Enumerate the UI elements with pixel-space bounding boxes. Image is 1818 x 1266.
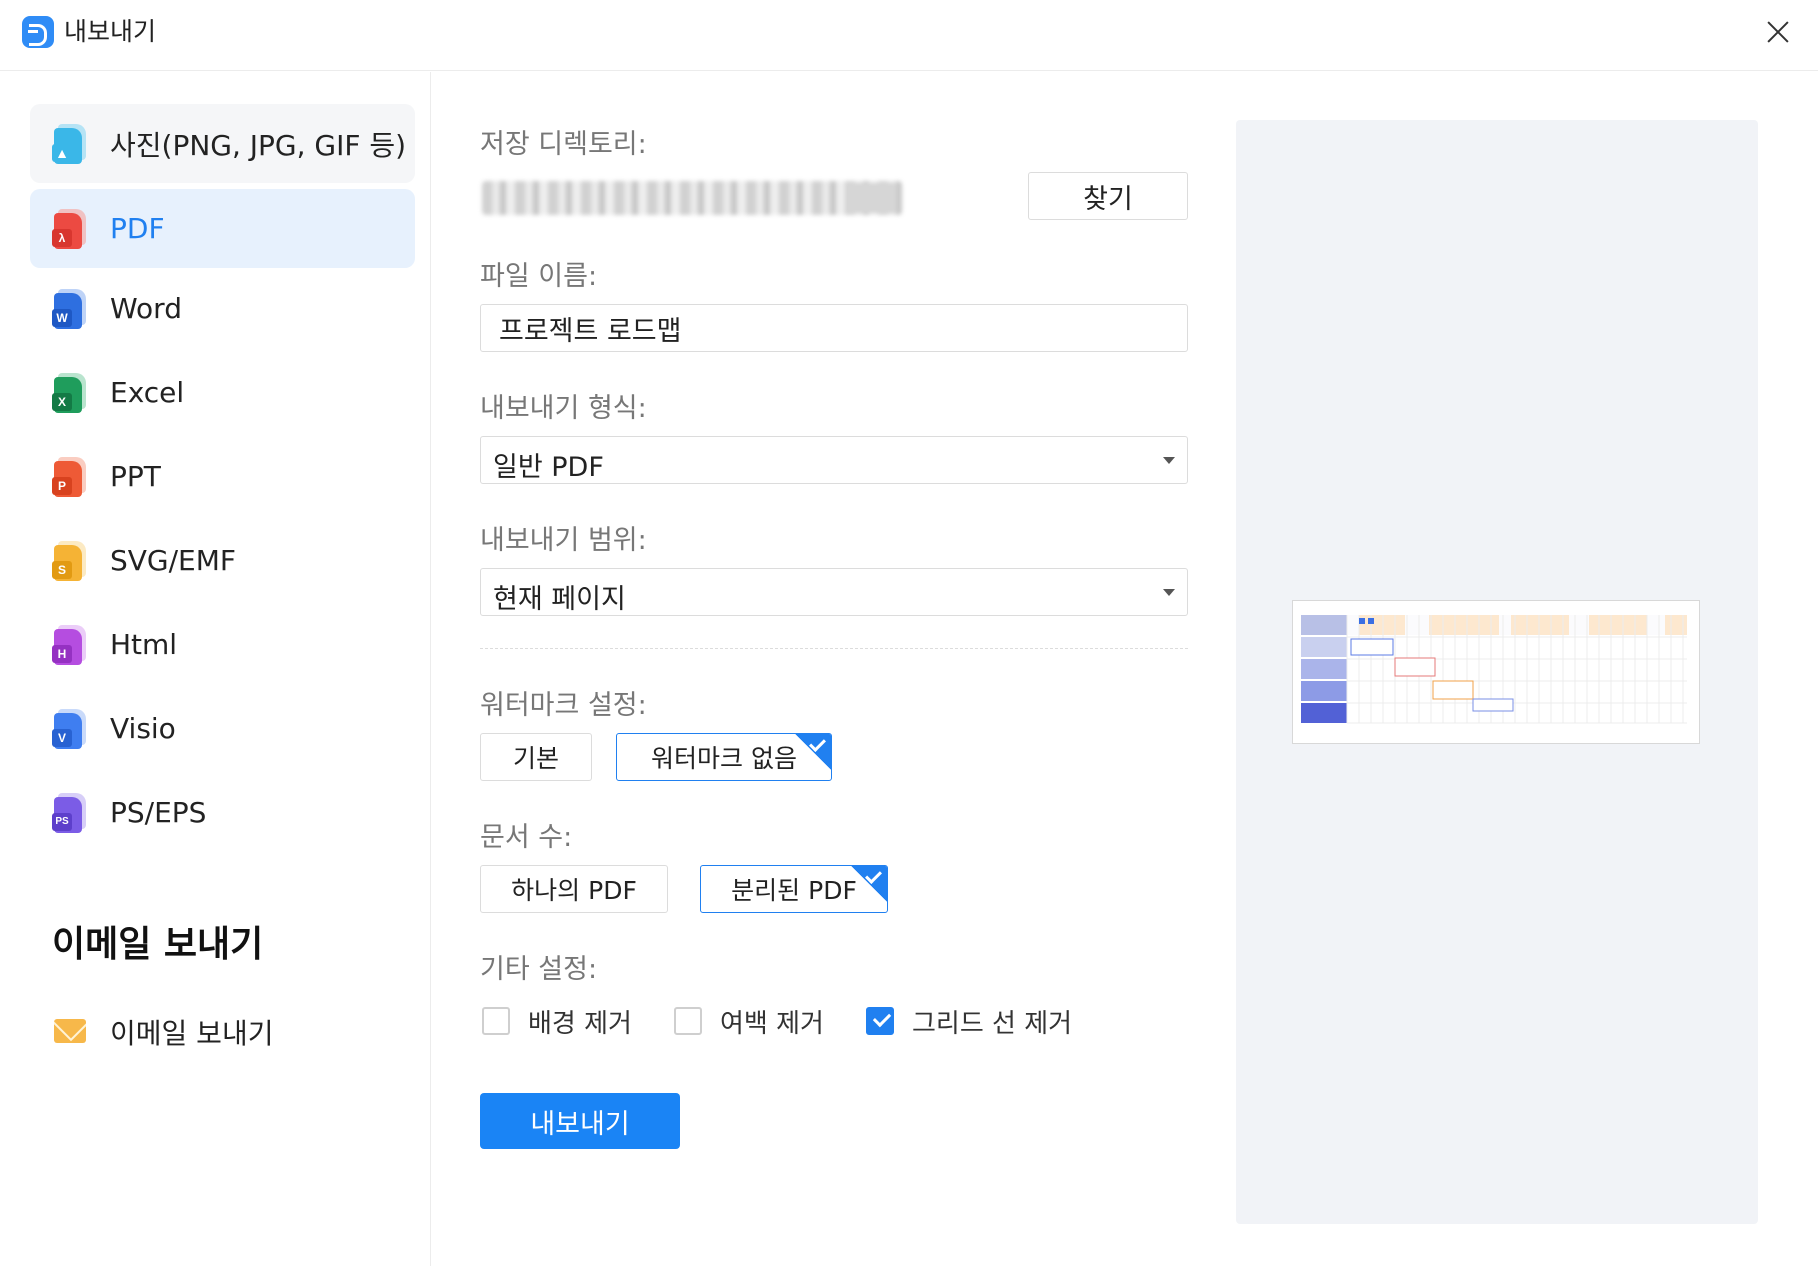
- doc-count-label: 문서 수:: [480, 822, 573, 853]
- remove-background-checkbox[interactable]: 배경 제거: [482, 1006, 632, 1039]
- range-label: 내보내기 범위:: [480, 525, 647, 556]
- sidebar-item-html[interactable]: H Html: [30, 605, 415, 684]
- sidebar-item-label: Excel: [110, 376, 185, 409]
- checkbox-label: 배경 제거: [528, 1008, 632, 1039]
- sidebar-item-label: PS/EPS: [110, 796, 207, 829]
- gantt-preview-graphic: [1301, 615, 1687, 724]
- option-label: 분리된 PDF: [731, 876, 857, 905]
- remove-margin-checkbox[interactable]: 여백 제거: [674, 1006, 824, 1039]
- option-label: 기본: [512, 744, 559, 773]
- checkbox-box: [482, 1007, 510, 1035]
- export-button[interactable]: 내보내기: [480, 1093, 680, 1149]
- checkbox-label: 그리드 선 제거: [912, 1008, 1073, 1039]
- html-file-icon: H: [52, 625, 86, 665]
- checkbox-label: 여백 제거: [720, 1008, 824, 1039]
- word-file-icon: W: [52, 289, 86, 329]
- option-label: 워터마크 없음: [651, 744, 797, 773]
- other-settings-label: 기타 설정:: [480, 954, 598, 985]
- image-file-icon: ▲: [52, 124, 86, 164]
- format-select[interactable]: 일반 PDF: [480, 436, 1188, 484]
- range-select-value: 현재 페이지: [493, 584, 626, 615]
- email-section-heading: 이메일 보내기: [52, 924, 264, 965]
- check-icon: [795, 734, 831, 770]
- divider: [480, 648, 1188, 649]
- single-pdf-button[interactable]: 하나의 PDF: [480, 865, 668, 913]
- title-bar: 내보내기: [0, 0, 1818, 71]
- format-label: 내보내기 형식:: [480, 393, 647, 424]
- excel-file-icon: X: [52, 373, 86, 413]
- app-logo-icon: [22, 16, 54, 48]
- chevron-down-icon: [1163, 589, 1175, 596]
- save-dir-label: 저장 디렉토리:: [480, 129, 647, 160]
- watermark-default-button[interactable]: 기본: [480, 733, 592, 781]
- sidebar-item-label: 이메일 보내기: [110, 1016, 274, 1050]
- range-select[interactable]: 현재 페이지: [480, 568, 1188, 616]
- browse-button[interactable]: 찾기: [1028, 172, 1188, 220]
- sidebar: ▲ 사진(PNG, JPG, GIF 등) λ PDF W Word X Exc…: [0, 72, 431, 1266]
- save-dir-path: [482, 181, 902, 215]
- sidebar-item-svg[interactable]: S SVG/EMF: [30, 521, 415, 600]
- sidebar-item-label: Html: [110, 628, 178, 661]
- envelope-icon: [54, 1019, 86, 1043]
- sidebar-item-label: 사진(PNG, JPG, GIF 등): [110, 128, 407, 162]
- format-select-value: 일반 PDF: [493, 452, 604, 483]
- svg-file-icon: S: [52, 541, 86, 581]
- preview-panel: [1236, 120, 1758, 1224]
- sidebar-item-label: SVG/EMF: [110, 544, 237, 577]
- file-name-input[interactable]: [480, 304, 1188, 352]
- close-icon[interactable]: [1762, 16, 1794, 48]
- sidebar-item-label: Word: [110, 292, 182, 325]
- preview-thumbnail: [1292, 600, 1700, 744]
- ps-file-icon: PS: [52, 793, 86, 833]
- sidebar-item-label: PDF: [110, 212, 165, 245]
- separate-pdf-button[interactable]: 분리된 PDF: [700, 865, 888, 913]
- checkbox-box-checked: [866, 1007, 894, 1035]
- sidebar-item-label: Visio: [110, 712, 176, 745]
- pdf-file-icon: λ: [52, 209, 86, 249]
- sidebar-item-email[interactable]: 이메일 보내기: [30, 992, 415, 1071]
- sidebar-item-ppt[interactable]: P PPT: [30, 437, 415, 516]
- window-title: 내보내기: [64, 17, 157, 46]
- sidebar-item-word[interactable]: W Word: [30, 269, 415, 348]
- sidebar-item-label: PPT: [110, 460, 161, 493]
- chevron-down-icon: [1163, 457, 1175, 464]
- file-name-label: 파일 이름:: [480, 261, 598, 292]
- sidebar-item-visio[interactable]: V Visio: [30, 689, 415, 768]
- sidebar-item-excel[interactable]: X Excel: [30, 353, 415, 432]
- sidebar-item-pdf[interactable]: λ PDF: [30, 189, 415, 268]
- watermark-label: 워터마크 설정:: [480, 690, 647, 721]
- sidebar-item-image[interactable]: ▲ 사진(PNG, JPG, GIF 등): [30, 104, 415, 183]
- check-icon: [851, 866, 887, 902]
- watermark-none-button[interactable]: 워터마크 없음: [616, 733, 832, 781]
- sidebar-item-ps-eps[interactable]: PS PS/EPS: [30, 773, 415, 852]
- remove-grid-lines-checkbox[interactable]: 그리드 선 제거: [866, 1006, 1072, 1039]
- option-label: 하나의 PDF: [511, 876, 637, 905]
- ppt-file-icon: P: [52, 457, 86, 497]
- visio-file-icon: V: [52, 709, 86, 749]
- checkbox-box: [674, 1007, 702, 1035]
